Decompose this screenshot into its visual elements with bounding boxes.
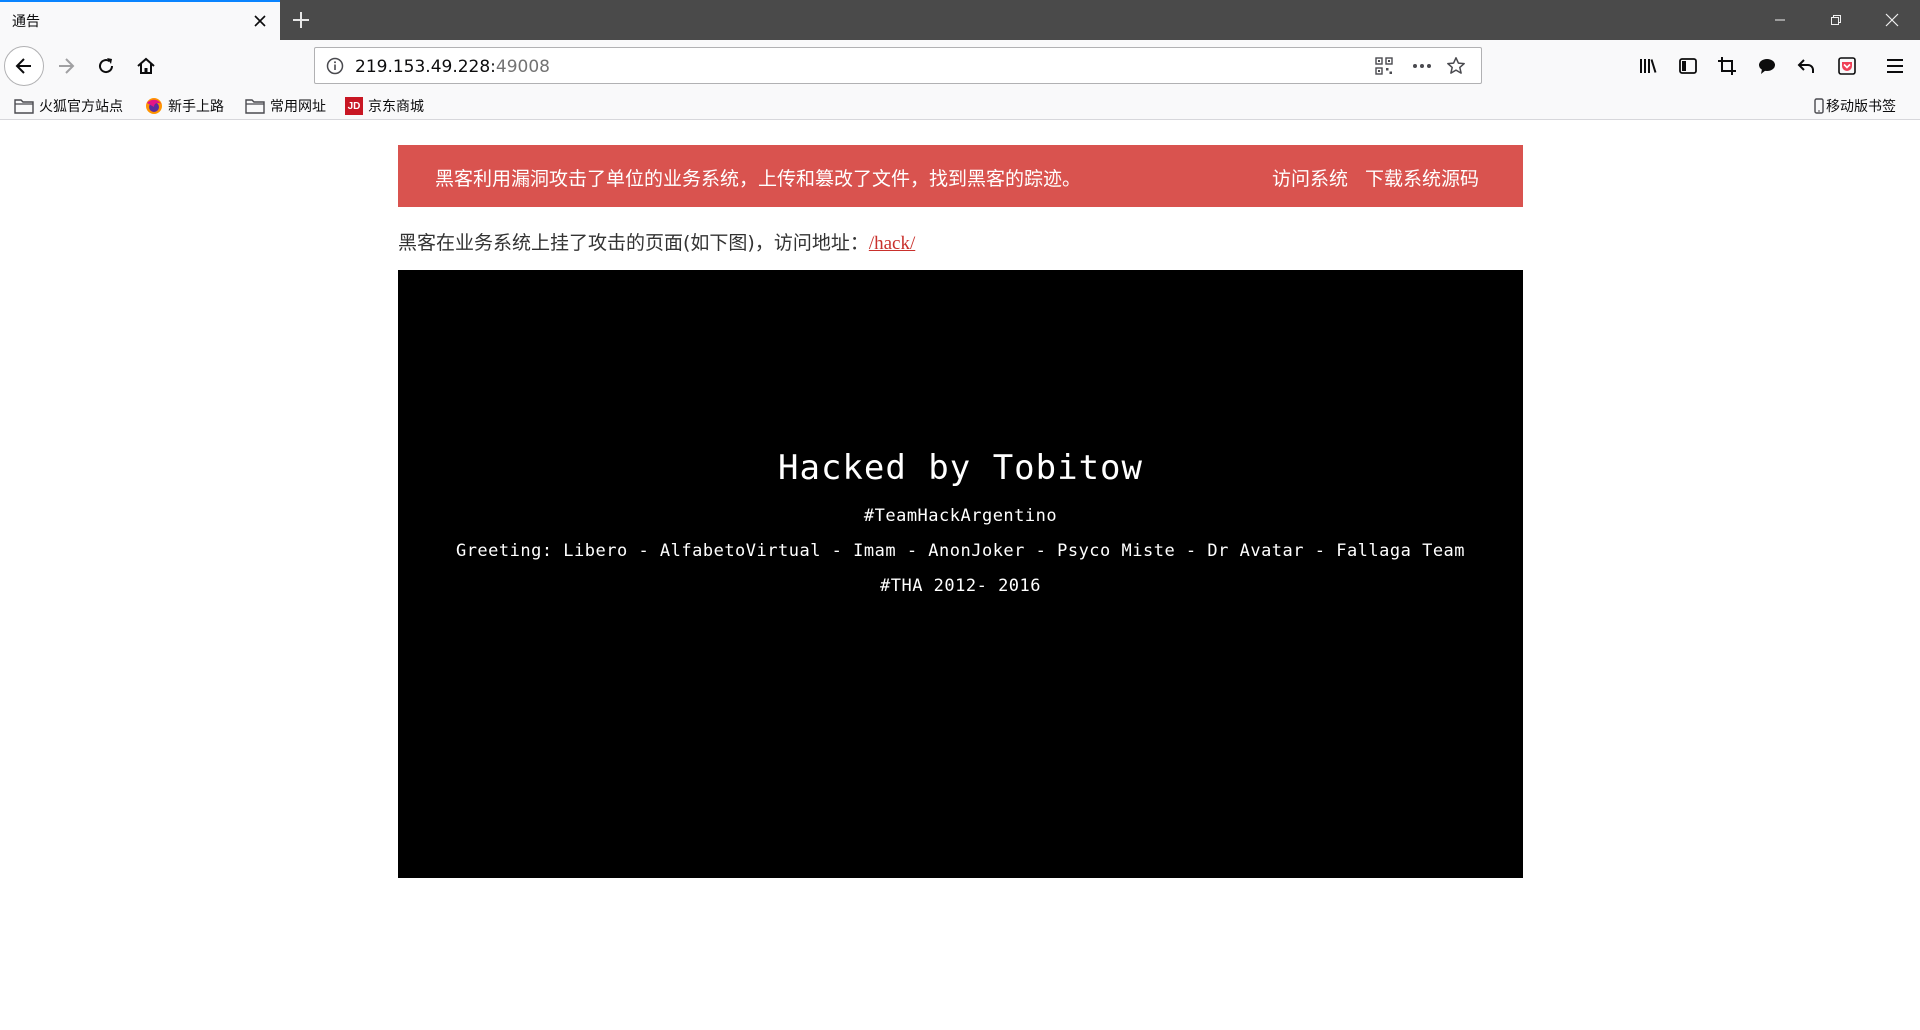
chat-bubble-icon xyxy=(1759,59,1775,74)
banner-message: 黑客利用漏洞攻击了单位的业务系统，上传和篡改了文件，找到黑客的踪迹。 xyxy=(435,168,1082,190)
jd-icon: JD xyxy=(345,97,363,115)
bookmark-getting-started[interactable]: 新手上路 xyxy=(145,96,224,116)
library-icon xyxy=(1640,59,1657,73)
url-text[interactable]: 219.153.49.228:49008 xyxy=(355,57,550,77)
bookmark-label: 京东商城 xyxy=(368,99,424,115)
tab-title: 通告 xyxy=(12,14,40,30)
forward-arrow-icon xyxy=(59,58,75,74)
firefox-icon xyxy=(146,98,162,114)
tab-strip: 通告 xyxy=(0,0,1920,40)
hack-page-link[interactable]: /hack/ xyxy=(869,233,915,254)
folder-icon xyxy=(14,99,34,114)
mobile-bookmarks-label: 移动版书签 xyxy=(1826,99,1896,115)
bookmark-label: 常用网址 xyxy=(270,99,326,115)
greeting-line: Greeting: Libero - AlfabetoVirtual - Ima… xyxy=(455,541,1466,561)
restore-icon[interactable] xyxy=(1808,0,1864,40)
url-bar[interactable]: 219.153.49.228:49008 xyxy=(314,47,1482,84)
intro-text: 黑客在业务系统上挂了攻击的页面(如下图)，访问地址： xyxy=(398,232,869,254)
pocket-button[interactable] xyxy=(1830,49,1864,83)
back-arrow-icon xyxy=(15,58,31,74)
new-tab-button[interactable] xyxy=(286,6,316,34)
crop-icon xyxy=(1718,57,1736,75)
screenshot-button[interactable] xyxy=(1710,49,1744,83)
mobile-bookmarks[interactable]: 移动版书签 xyxy=(1814,96,1896,116)
hacked-page-screenshot: Hacked by Tobitow #TeamHackArgentino Gre… xyxy=(398,270,1523,878)
bookmark-jd-mall[interactable]: JD 京东商城 xyxy=(345,96,424,116)
undo-button[interactable] xyxy=(1789,49,1823,83)
tab-active[interactable]: 通告 xyxy=(0,0,280,40)
bookmark-label: 火狐官方站点 xyxy=(39,99,123,115)
url-port: 49008 xyxy=(495,57,551,77)
bookmark-folder-common-sites[interactable]: 常用网址 xyxy=(245,96,326,116)
chat-button[interactable] xyxy=(1750,49,1784,83)
reload-button[interactable] xyxy=(89,49,123,83)
bookmark-label: 新手上路 xyxy=(168,99,224,115)
home-button[interactable] xyxy=(129,49,163,83)
bookmarks-toolbar: 火狐官方站点 新手上路 常用网址 JD 京东商城 移动版书签 xyxy=(0,92,1920,120)
sidebar-button[interactable] xyxy=(1671,49,1705,83)
undo-icon xyxy=(1797,59,1814,73)
info-icon[interactable] xyxy=(325,56,345,76)
minimize-icon[interactable] xyxy=(1752,0,1808,40)
url-host: 219.153.49.228: xyxy=(355,57,496,77)
folder-icon xyxy=(245,99,265,114)
forward-button[interactable] xyxy=(49,49,83,83)
page-actions-icon[interactable] xyxy=(1411,55,1433,77)
window-close-icon[interactable] xyxy=(1864,0,1920,40)
bookmark-star-icon[interactable] xyxy=(1445,55,1467,77)
intro-paragraph: 黑客在业务系统上挂了攻击的页面(如下图)，访问地址：/hack/ xyxy=(398,228,915,255)
hamburger-menu-icon xyxy=(1887,59,1903,73)
qr-code-icon[interactable] xyxy=(1373,55,1395,77)
visit-system-link[interactable]: 访问系统 xyxy=(1272,164,1348,191)
navigation-toolbar: 219.153.49.228:49008 xyxy=(0,40,1920,92)
notice-banner: 黑客利用漏洞攻击了单位的业务系统，上传和篡改了文件，找到黑客的踪迹。 访问系统 … xyxy=(398,145,1523,207)
back-button[interactable] xyxy=(4,46,44,86)
menu-button[interactable] xyxy=(1878,49,1912,83)
home-icon xyxy=(137,57,155,74)
pocket-icon xyxy=(1838,57,1856,75)
mobile-phone-icon xyxy=(1814,98,1824,114)
close-icon[interactable] xyxy=(250,11,270,31)
download-source-link[interactable]: 下载系统源码 xyxy=(1365,164,1479,191)
reload-icon xyxy=(99,58,114,74)
library-button[interactable] xyxy=(1631,49,1665,83)
sidebar-icon xyxy=(1679,58,1697,74)
bookmark-folder-firefox-sites[interactable]: 火狐官方站点 xyxy=(14,96,123,116)
hacked-title: Hacked by Tobitow xyxy=(778,448,1143,488)
team-tag: #TeamHackArgentino xyxy=(863,506,1058,526)
years-line: #THA 2012- 2016 xyxy=(879,576,1042,596)
